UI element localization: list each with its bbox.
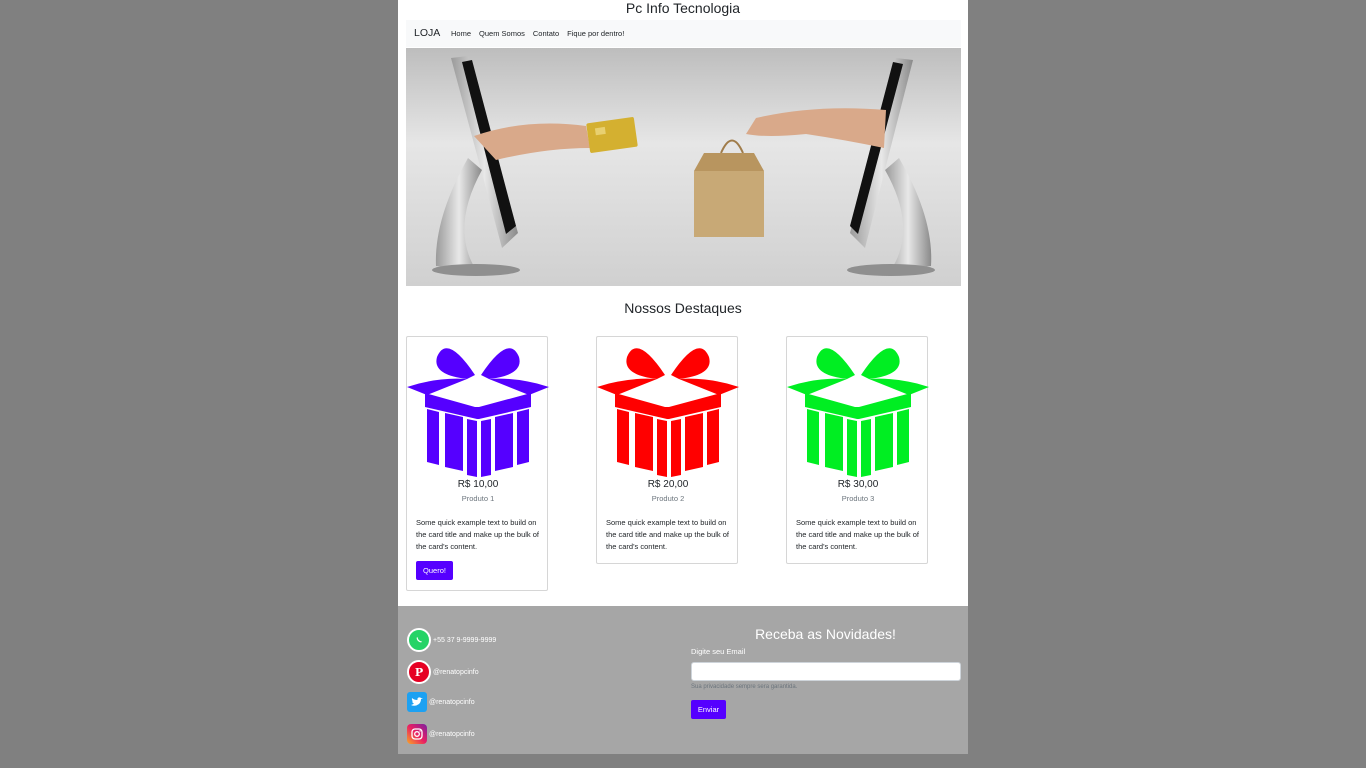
- email-input[interactable]: [691, 662, 961, 681]
- product-card: R$ 10,00 Produto 1 Some quick example te…: [406, 336, 549, 591]
- whatsapp-text: +55 37 9-9999-9999: [433, 636, 497, 644]
- product-card: R$ 30,00 Produto 3 Some quick example te…: [786, 336, 929, 564]
- page-container: Pc Info Tecnologia LOJA Home Quem Somos …: [398, 0, 968, 754]
- nav-link-fique-por-dentro[interactable]: Fique por dentro!: [567, 29, 624, 38]
- product-price: R$ 30,00: [837, 479, 879, 490]
- instagram-icon: [407, 724, 427, 744]
- newsletter-title: Receba as Novidades!: [755, 626, 896, 642]
- nav-link-quem-somos[interactable]: Quem Somos: [479, 29, 525, 38]
- email-help-text: Sua privacidade sempre sera garantida.: [691, 684, 798, 690]
- product-description: Some quick example text to build on the …: [796, 518, 919, 551]
- instagram-text: @renatopcinfo: [429, 730, 475, 738]
- pinterest-icon: P: [407, 660, 431, 684]
- nav-links: Home Quem Somos Contato Fique por dentro…: [451, 29, 624, 38]
- twitter-icon: [407, 692, 427, 712]
- whatsapp-icon: [407, 628, 431, 652]
- gift-icon: [787, 337, 929, 479]
- buy-button[interactable]: Quero!: [416, 561, 453, 580]
- product-card: R$ 20,00 Produto 2 Some quick example te…: [596, 336, 739, 564]
- social-pinterest[interactable]: P @renatopcinfo: [407, 660, 479, 684]
- product-name: Produto 3: [841, 494, 875, 503]
- submit-button[interactable]: Enviar: [691, 700, 726, 719]
- footer: +55 37 9-9999-9999 P @renatopcinfo @rena…: [398, 606, 968, 754]
- product-description: Some quick example text to build on the …: [416, 518, 539, 551]
- featured-section-title: Nossos Destaques: [624, 300, 742, 316]
- navbar-brand[interactable]: LOJA: [414, 27, 440, 39]
- nav-link-contato[interactable]: Contato: [533, 29, 559, 38]
- product-name: Produto 2: [651, 494, 685, 503]
- product-name: Produto 1: [461, 494, 495, 503]
- nav-link-home[interactable]: Home: [451, 29, 471, 38]
- social-twitter[interactable]: @renatopcinfo: [407, 692, 475, 712]
- gift-icon: [407, 337, 549, 479]
- twitter-text: @renatopcinfo: [429, 698, 475, 706]
- product-description: Some quick example text to build on the …: [606, 518, 729, 551]
- product-price: R$ 20,00: [647, 479, 689, 490]
- product-price: R$ 10,00: [457, 479, 499, 490]
- hero-banner-image: [406, 48, 961, 286]
- navbar: LOJA Home Quem Somos Contato Fique por d…: [406, 20, 961, 47]
- pinterest-text: @renatopcinfo: [433, 668, 479, 676]
- social-instagram[interactable]: @renatopcinfo: [407, 724, 475, 744]
- gift-icon: [597, 337, 739, 479]
- site-title: Pc Info Tecnologia: [625, 0, 741, 16]
- email-label: Digite seu Email: [691, 647, 746, 656]
- social-whatsapp[interactable]: +55 37 9-9999-9999: [407, 628, 496, 652]
